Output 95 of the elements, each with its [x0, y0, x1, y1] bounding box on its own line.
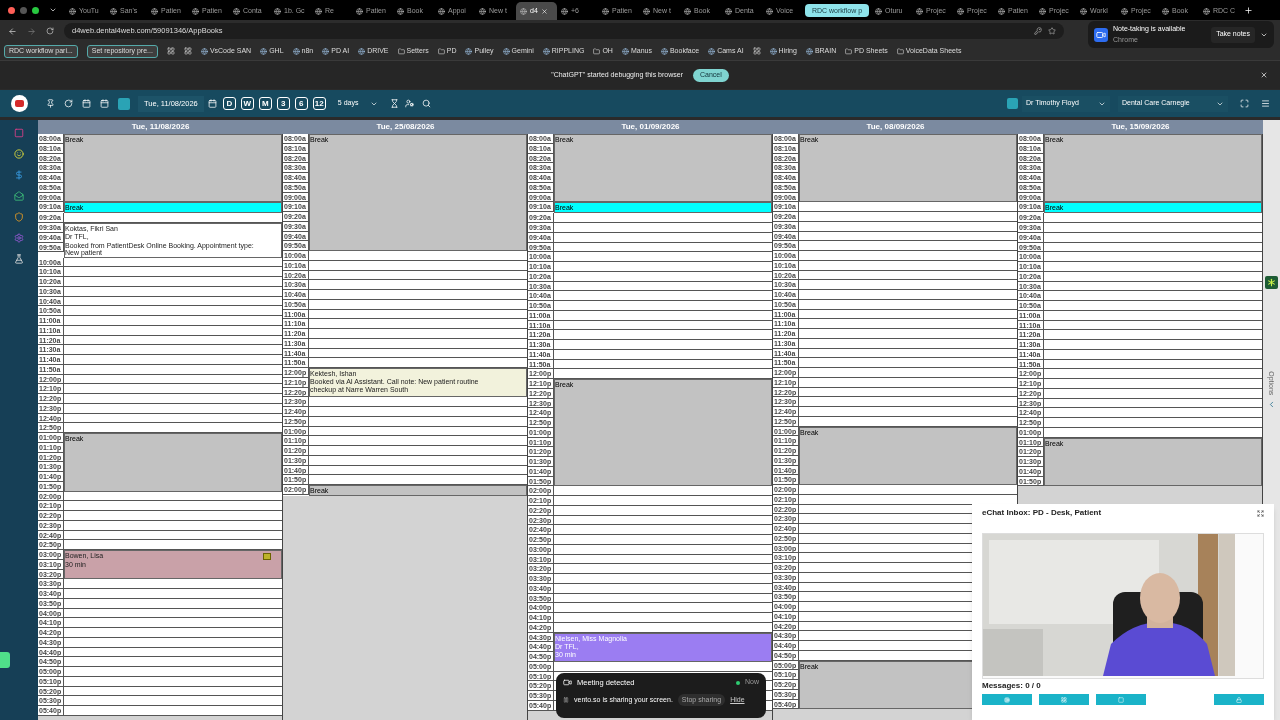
reload-icon[interactable] [46, 27, 54, 35]
bookmark-star-icon[interactable] [1048, 27, 1056, 35]
date-header: Tue, 15/09/2026 [1018, 120, 1263, 134]
site-icon [358, 47, 366, 55]
window-maximize-icon[interactable] [32, 6, 39, 14]
site-icon [200, 47, 208, 55]
camera-icon [563, 678, 572, 688]
view-button[interactable]: 6 [294, 97, 308, 110]
tab-favicon-icon [1162, 7, 1169, 15]
folder-icon [845, 47, 853, 55]
tab-favicon-icon [875, 7, 882, 15]
window-minimize-icon[interactable] [20, 6, 27, 14]
dollar-icon[interactable] [14, 170, 24, 180]
resize-icon[interactable] [1257, 509, 1264, 517]
site-icon [465, 47, 473, 55]
back-icon[interactable] [8, 26, 17, 36]
tab-favicon-icon [438, 7, 445, 15]
date-header: Tue, 25/08/2026 [283, 120, 528, 134]
flask-icon[interactable] [14, 254, 24, 264]
site-icon [292, 47, 300, 55]
refresh-icon[interactable] [64, 99, 73, 108]
shield-icon[interactable] [14, 212, 24, 222]
folder-icon [437, 47, 445, 55]
close-icon[interactable] [540, 7, 548, 15]
tab-favicon-icon [684, 7, 691, 15]
tab-favicon-icon [643, 7, 650, 15]
site-icon [769, 47, 777, 55]
search-icon[interactable] [421, 99, 431, 108]
user-settings-icon[interactable] [404, 99, 414, 108]
tab-favicon-icon [274, 7, 281, 15]
tab-favicon-icon [479, 7, 486, 15]
tab-favicon-icon [1121, 7, 1128, 15]
key-icon[interactable] [1034, 27, 1042, 35]
menu-icon[interactable] [1261, 99, 1270, 108]
tab-favicon-icon [998, 7, 1005, 15]
video-app-icon [1094, 27, 1108, 42]
tab-favicon-icon [957, 7, 964, 15]
new-tab-icon[interactable] [1244, 5, 1253, 15]
tab-favicon-icon [1080, 7, 1087, 15]
view-button[interactable]: W [240, 97, 254, 110]
tab-favicon-icon [110, 7, 117, 15]
tab-favicon-icon [520, 7, 527, 15]
site-icon [322, 47, 330, 55]
forward-icon[interactable] [27, 26, 36, 36]
chat-title: eChat Inbox: PD - Desk, Patient [982, 507, 1102, 519]
site-icon [260, 47, 268, 55]
pause-icon[interactable] [563, 697, 569, 704]
view-button[interactable]: 12 [312, 97, 326, 110]
settings-icon [1004, 696, 1010, 703]
tab-favicon-icon [233, 7, 240, 15]
bookmark-icon[interactable] [183, 47, 192, 55]
lock-icon [1236, 696, 1242, 703]
date-header: Tue, 01/09/2026 [528, 120, 773, 134]
tab-favicon-icon [192, 7, 199, 15]
tab-favicon-icon [151, 7, 158, 15]
site-icon [502, 47, 510, 55]
site-icon [660, 47, 668, 55]
tab-favicon-icon [916, 7, 923, 15]
tab-favicon-icon [315, 7, 322, 15]
window-close-icon[interactable] [8, 6, 15, 14]
tab-list-icon[interactable] [49, 6, 57, 14]
bookmark-icon[interactable] [166, 47, 175, 55]
folder-icon [593, 47, 601, 55]
collapse-icon[interactable] [1267, 400, 1276, 409]
view-button[interactable]: D [222, 97, 236, 110]
hourglass-icon[interactable] [389, 99, 399, 108]
folder-icon [397, 47, 405, 55]
fullscreen-icon[interactable] [1240, 99, 1249, 108]
smiley-icon[interactable] [14, 149, 24, 159]
bookmark-icon[interactable] [752, 47, 761, 55]
site-icon [542, 47, 550, 55]
date-header: Tue, 11/08/2026 [38, 120, 283, 134]
tab-favicon-icon [561, 7, 568, 15]
folder-icon [896, 47, 904, 55]
tab-favicon-icon [356, 7, 363, 15]
note-icon[interactable] [263, 553, 271, 561]
tab-favicon-icon [397, 7, 404, 15]
tab-favicon-icon [69, 7, 76, 15]
pin-icon[interactable] [46, 99, 55, 108]
envelope-icon[interactable] [14, 191, 24, 201]
grid-icon [1061, 696, 1067, 703]
tab-favicon-icon [766, 7, 773, 15]
gear-icon[interactable] [1265, 276, 1278, 289]
tab-favicon-icon [1039, 7, 1046, 15]
site-icon [621, 47, 629, 55]
site-icon [708, 47, 716, 55]
site-icon [805, 47, 813, 55]
tab-favicon-icon [725, 7, 732, 15]
date-header: Tue, 08/09/2026 [773, 120, 1018, 134]
view-button[interactable]: M [258, 97, 272, 110]
view-button[interactable]: 3 [276, 97, 290, 110]
tab-favicon-icon [1203, 7, 1210, 15]
close-icon[interactable] [1260, 71, 1268, 79]
tab-favicon-icon [602, 7, 609, 15]
app-logo-icon[interactable] [10, 95, 28, 112]
